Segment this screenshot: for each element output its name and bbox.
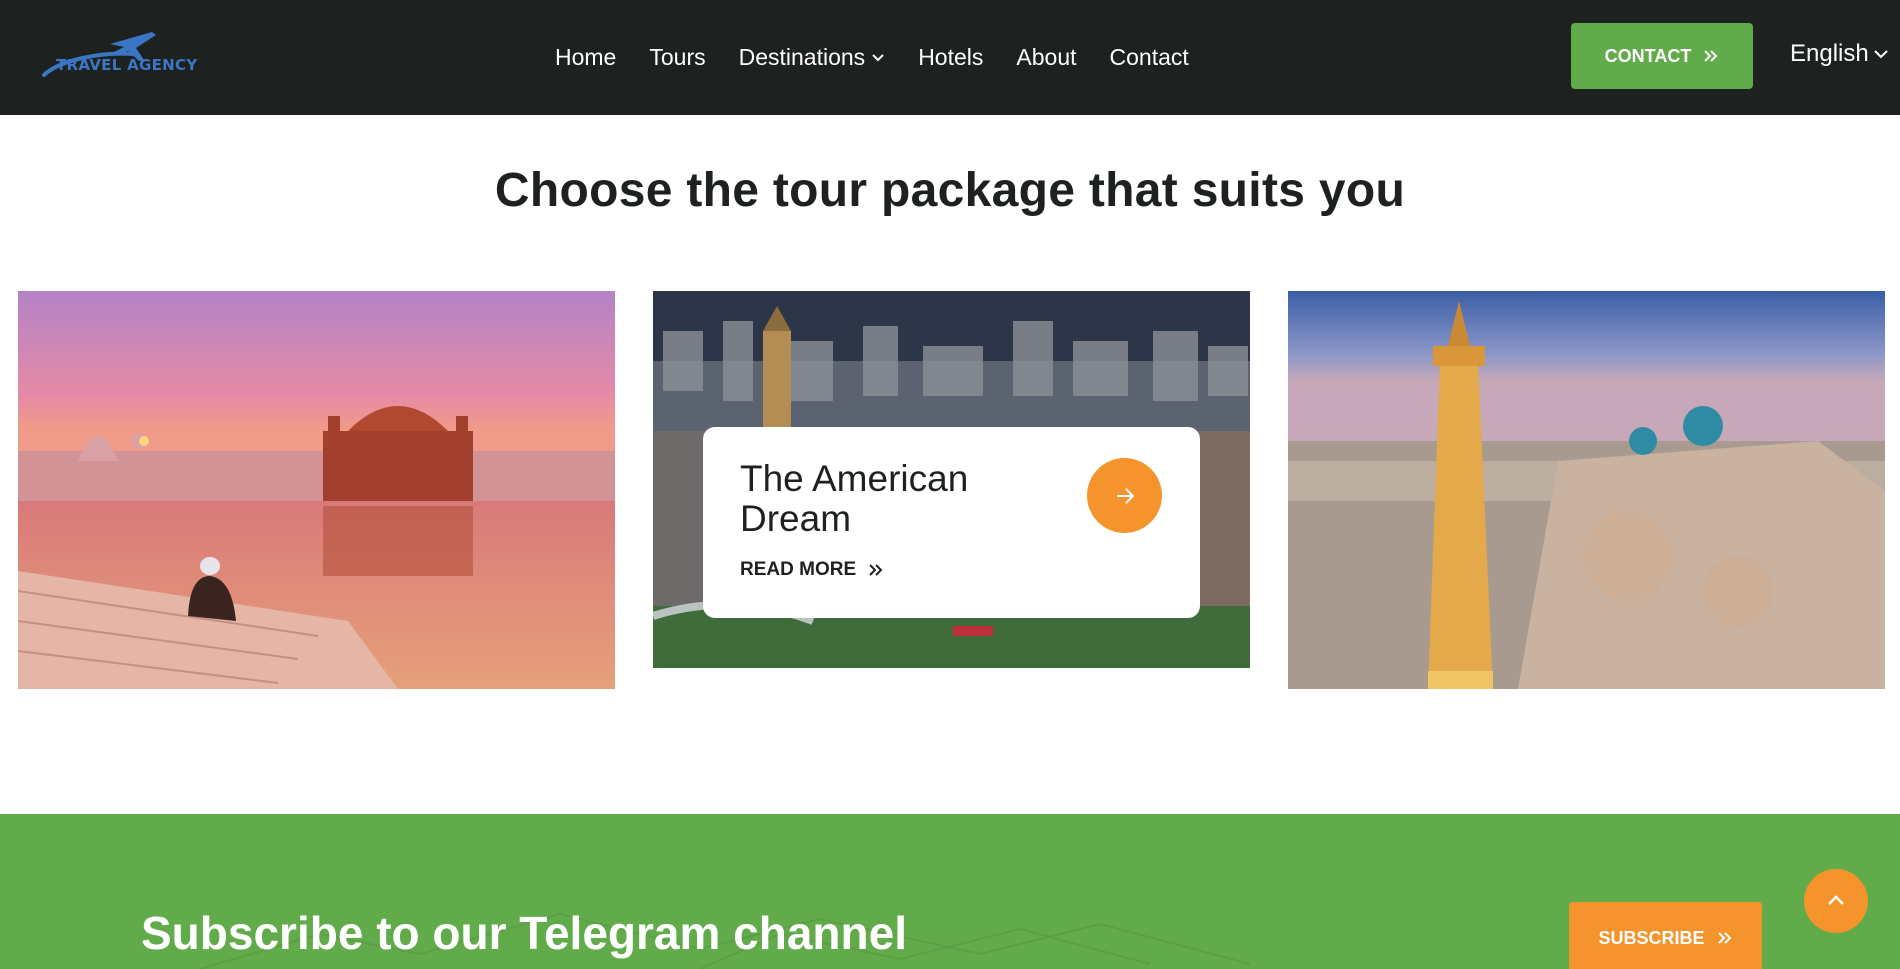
- nav-tours-label: Tours: [649, 44, 706, 70]
- language-selector[interactable]: English: [1790, 40, 1889, 68]
- tour-card[interactable]: The American Dream READ MORE: [653, 291, 1250, 668]
- subscribe-button[interactable]: SUBSCRIBE: [1569, 902, 1762, 969]
- nav-hotels[interactable]: Hotels: [918, 44, 983, 71]
- tour-image-bukhara: [1288, 291, 1885, 689]
- nav-contact-label: Contact: [1109, 44, 1189, 70]
- read-more-label: READ MORE: [740, 559, 857, 580]
- scroll-to-top-button[interactable]: [1804, 869, 1868, 933]
- nav-home-label: Home: [555, 44, 617, 70]
- double-chevron-right-icon: [869, 564, 883, 576]
- chevron-down-icon: [1874, 50, 1888, 59]
- nav-about-label: About: [1016, 44, 1077, 70]
- double-chevron-right-icon: [1717, 932, 1731, 944]
- chevron-up-icon: [1828, 895, 1844, 905]
- tour-card[interactable]: [1288, 291, 1885, 689]
- read-more-link[interactable]: READ MORE: [740, 559, 884, 581]
- chevron-down-icon: [872, 53, 884, 61]
- contact-button[interactable]: CONTACT: [1571, 23, 1753, 89]
- logo[interactable]: TRAVEL AGENCY: [40, 30, 197, 82]
- nav-destinations-label: Destinations: [738, 44, 866, 70]
- subscribe-section: Subscribe to our Telegram channel SUBSCR…: [0, 814, 1900, 969]
- subscribe-button-label: SUBSCRIBE: [1598, 927, 1705, 948]
- contact-button-label: CONTACT: [1604, 45, 1692, 66]
- double-chevron-right-icon: [1704, 50, 1718, 62]
- site-header: TRAVEL AGENCY Home Tours Destinations Ho…: [0, 0, 1900, 115]
- tour-info-card: The American Dream READ MORE: [703, 427, 1200, 618]
- subscribe-title: Subscribe to our Telegram channel: [141, 907, 907, 959]
- nav-home[interactable]: Home: [555, 44, 616, 71]
- arrow-right-icon: [1116, 487, 1134, 504]
- nav-destinations[interactable]: Destinations: [739, 44, 886, 71]
- logo-text: TRAVEL AGENCY: [56, 56, 198, 74]
- tour-title: The American Dream: [740, 458, 969, 539]
- nav-tours[interactable]: Tours: [649, 44, 705, 71]
- tour-image-golden-temple: [18, 291, 615, 689]
- nav-contact[interactable]: Contact: [1110, 44, 1189, 71]
- language-label: English: [1790, 40, 1869, 67]
- tour-card[interactable]: [18, 291, 615, 689]
- tour-open-button[interactable]: [1087, 458, 1162, 533]
- nav-about[interactable]: About: [1016, 44, 1076, 71]
- section-title: Choose the tour package that suits you: [494, 164, 1406, 217]
- main-nav: Home Tours Destinations Hotels About Con…: [555, 0, 1222, 115]
- nav-hotels-label: Hotels: [918, 44, 984, 70]
